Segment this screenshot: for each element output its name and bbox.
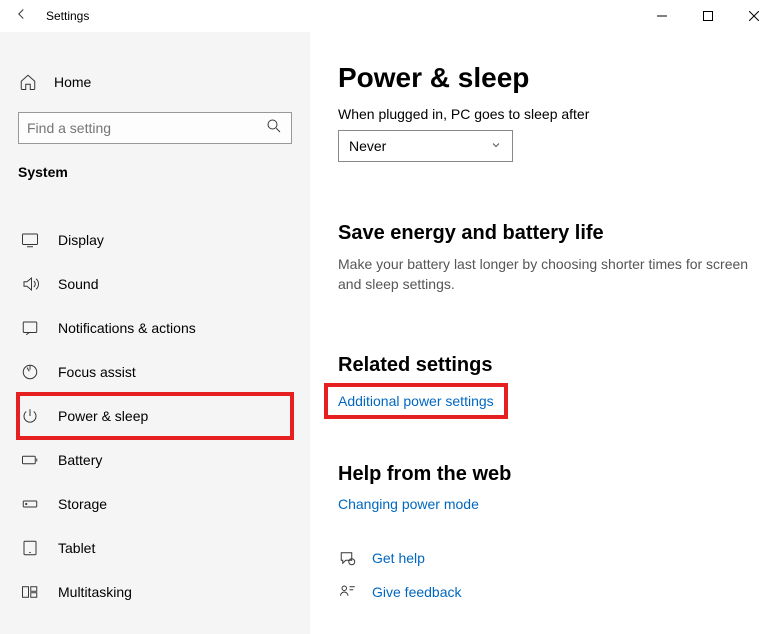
sidebar-item-focus[interactable]: Focus assist	[18, 350, 292, 394]
get-help-link[interactable]: Get help	[372, 550, 425, 566]
search-box[interactable]	[18, 112, 292, 144]
home-icon	[18, 72, 38, 92]
focus-icon	[20, 362, 40, 382]
sidebar-item-display[interactable]: Display	[18, 218, 292, 262]
sidebar-item-label: Tablet	[58, 540, 95, 556]
maximize-button[interactable]	[685, 0, 731, 32]
related-title: Related settings	[338, 354, 749, 377]
display-icon	[20, 230, 40, 250]
storage-icon	[20, 494, 40, 514]
sidebar-item-storage[interactable]: Storage	[18, 482, 292, 526]
sidebar-item-label: Focus assist	[58, 364, 136, 380]
dropdown-value: Never	[349, 138, 386, 154]
energy-desc: Make your battery last longer by choosin…	[338, 255, 749, 294]
close-button[interactable]	[731, 0, 777, 32]
multitasking-icon	[20, 582, 40, 602]
energy-title: Save energy and battery life	[338, 222, 749, 245]
sidebar-item-label: Notifications & actions	[58, 320, 196, 336]
sidebar-item-label: Battery	[58, 452, 102, 468]
power-icon	[20, 406, 40, 426]
sidebar-item-label: Storage	[58, 496, 107, 512]
sleep-field-label: When plugged in, PC goes to sleep after	[338, 106, 749, 122]
home-label: Home	[54, 74, 91, 90]
tablet-icon	[20, 538, 40, 558]
home-nav[interactable]: Home	[18, 62, 292, 102]
help-title: Help from the web	[338, 463, 749, 486]
sidebar-item-tablet[interactable]: Tablet	[18, 526, 292, 570]
give-feedback-link[interactable]: Give feedback	[372, 584, 462, 600]
get-help-icon	[338, 548, 358, 568]
changing-power-link[interactable]: Changing power mode	[338, 496, 479, 512]
sleep-dropdown[interactable]: Never	[338, 130, 513, 162]
window-title: Settings	[46, 9, 89, 23]
titlebar: Settings	[0, 0, 777, 32]
search-input[interactable]	[27, 120, 265, 136]
back-button[interactable]	[12, 5, 30, 28]
sidebar-item-notifications[interactable]: Notifications & actions	[18, 306, 292, 350]
sidebar-item-multitasking[interactable]: Multitasking	[18, 570, 292, 614]
sidebar-item-label: Sound	[58, 276, 98, 292]
sidebar-item-sound[interactable]: Sound	[18, 262, 292, 306]
sound-icon	[20, 274, 40, 294]
sidebar-item-label: Multitasking	[58, 584, 132, 600]
sidebar: Home System Display Sound Notifications …	[0, 32, 310, 634]
notifications-icon	[20, 318, 40, 338]
section-header: System	[18, 164, 292, 180]
content-pane: Power & sleep When plugged in, PC goes t…	[310, 32, 777, 634]
search-icon	[265, 117, 283, 140]
sidebar-item-label: Display	[58, 232, 104, 248]
sidebar-item-battery[interactable]: Battery	[18, 438, 292, 482]
sidebar-item-power[interactable]: Power & sleep	[18, 394, 292, 438]
sidebar-item-label: Power & sleep	[58, 408, 148, 424]
battery-icon	[20, 450, 40, 470]
page-title: Power & sleep	[338, 62, 749, 94]
minimize-button[interactable]	[639, 0, 685, 32]
chevron-down-icon	[490, 138, 502, 154]
feedback-icon	[338, 582, 358, 602]
additional-power-link[interactable]: Additional power settings	[328, 387, 504, 415]
